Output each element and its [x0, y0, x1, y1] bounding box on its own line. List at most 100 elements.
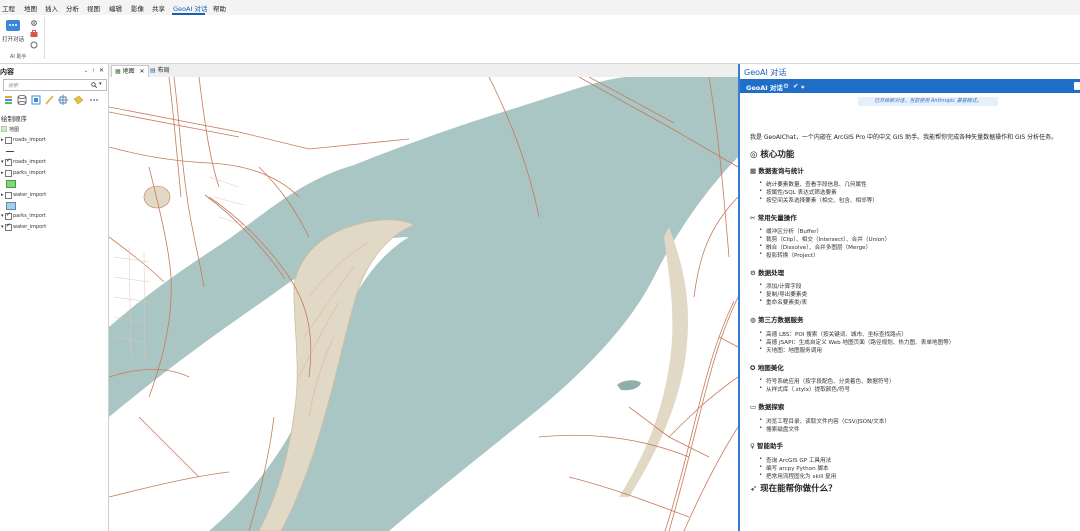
pane-options-icon[interactable]: ⌄: [84, 68, 88, 74]
search-dropdown-icon[interactable]: ▾: [99, 81, 102, 87]
map-tab-icon: ▦: [115, 68, 121, 75]
collapse-icon[interactable]: ▸: [1, 137, 4, 143]
collapse-icon[interactable]: ▸: [1, 170, 4, 176]
close-icon[interactable]: ✕: [140, 68, 145, 75]
tab-layout[interactable]: ▤ 布局: [147, 65, 173, 76]
search-placeholder: 搜索: [8, 83, 19, 89]
map-icon: [1, 126, 7, 132]
menu-geoai-chat[interactable]: GeoAI 对话: [173, 3, 207, 13]
layer-name: water_import: [13, 224, 47, 230]
parks-swatch: [6, 180, 16, 188]
contents-pane: 内容 ⌄ ᚹ ✕ 搜索 ▾ 绘制顺序 地图 ▸ roads_import ▾ r…: [0, 64, 109, 531]
expand-icon[interactable]: ▾: [1, 224, 4, 230]
menu-share[interactable]: 共享: [152, 3, 165, 13]
layer-name: roads_import: [13, 159, 46, 165]
menu-imagery[interactable]: 影像: [131, 3, 144, 13]
bullet-item: 把常用流程固化为 skill 复用: [759, 472, 836, 480]
layer-name: parks_import: [13, 170, 46, 176]
layer-row[interactable]: ▾ roads_import: [0, 157, 108, 167]
contents-title: 内容: [0, 68, 14, 76]
park-patch: [143, 185, 171, 209]
section-title: 数据处理: [758, 269, 785, 277]
list-by-labeling-icon: [73, 95, 84, 105]
section-heading: ⚙ 数据处理: [750, 267, 784, 277]
bullet-item: 按空间关系选择要素（相交、包含、相邻等）: [759, 196, 878, 204]
layer-visibility-checkbox[interactable]: [5, 137, 12, 144]
expand-icon[interactable]: ▾: [1, 159, 4, 165]
lightbulb-icon: ♀: [750, 442, 758, 450]
view-tabs: ▦ 地图 ✕ ▤ 布局: [109, 64, 738, 78]
section-heading: ✂ 常用矢量操作: [750, 212, 797, 222]
bullet-item: 重命名要素类/表: [759, 298, 807, 306]
layer-row[interactable]: ▾ parks_import: [0, 211, 108, 221]
menu-analysis[interactable]: 分析: [66, 3, 79, 13]
tab-map[interactable]: ▦ 地图 ✕: [111, 65, 149, 77]
layer-name: water_import: [13, 192, 47, 198]
layer-visibility-checkbox[interactable]: [5, 211, 12, 220]
layer-row[interactable]: ▸ roads_import: [0, 136, 108, 145]
bullet-item: 缓冲区分析（Buffer）: [759, 227, 822, 235]
help-chat-icon[interactable]: [30, 41, 38, 49]
bullet-item: 符号系统应用（按字段配色、分类着色、数据符号）: [759, 377, 895, 385]
layer-visibility-checkbox[interactable]: [5, 222, 12, 231]
check-icon[interactable]: ✔: [793, 82, 798, 90]
section-title: 常用矢量操作: [757, 214, 797, 222]
layer-row[interactable]: ▸ water_import: [0, 191, 108, 200]
scissors-icon: ✂: [750, 214, 758, 222]
settings-icon[interactable]: [30, 19, 38, 27]
menu-help[interactable]: 帮助: [213, 3, 226, 13]
layer-name: parks_import: [13, 213, 46, 219]
layer-row[interactable]: ▾ water_import: [0, 222, 108, 232]
menu-insert[interactable]: 插入: [45, 3, 58, 13]
geoai-header-title: GeoAI 对话: [746, 84, 783, 92]
map-canvas[interactable]: [109, 77, 738, 531]
list-by-editing-icon: [45, 95, 54, 105]
menu-bar: 工程 地图 插入 分析 视图 编辑 影像 共享 GeoAI 对话 帮助: [0, 0, 1080, 16]
open-chat-label: 打开对话: [2, 37, 25, 43]
menu-map[interactable]: 地图: [24, 3, 37, 13]
status-dot-icon: ◉: [801, 84, 805, 89]
layer-visibility-checkbox[interactable]: [5, 192, 12, 199]
map-view[interactable]: [109, 77, 738, 531]
globe-icon: ◍: [750, 316, 758, 324]
bullet-item: 裁剪（Clip）、相交（Intersect）、合并（Union）: [759, 235, 890, 243]
bullet-item: 融合（Dissolve）、合并多图层（Merge）: [759, 243, 871, 251]
core-features-heading: ◎ 核心功能: [750, 148, 794, 160]
geoai-pane-title: GeoAI 对话: [744, 68, 787, 77]
collapse-icon[interactable]: ▸: [1, 192, 4, 198]
bullet-item: 按属性/SQL 表达式筛选要素: [759, 188, 837, 196]
toolbox-icon[interactable]: [30, 30, 38, 38]
bullet-item: 搜索磁盘文件: [759, 425, 799, 433]
session-notice: 已开始新对话，当前使用 Anthropic 兼容模式。: [858, 97, 998, 106]
layout-tab-icon: ▤: [150, 67, 156, 74]
bullet-item: 浏览工程目录、读取文件内容（CSV/JSON/文本）: [759, 417, 890, 425]
close-icon[interactable]: ✕: [99, 67, 104, 74]
search-icon[interactable]: [91, 82, 97, 88]
expand-icon[interactable]: ▾: [1, 213, 4, 219]
section-heading: ◍ 第三方数据服务: [750, 314, 803, 324]
map-node[interactable]: 地图: [0, 125, 108, 134]
search-input[interactable]: 搜索 ▾: [3, 79, 107, 91]
closing-question: ➶ 现在能帮你做什么？: [750, 482, 837, 494]
geoai-pane: GeoAI 对话 GeoAI 对话 ⚙ ✔ ◉ 已开始新对话，当前使用 Anth…: [738, 64, 1080, 531]
layer-row[interactable]: ▸ parks_import: [0, 169, 108, 178]
pin-icon[interactable]: ᚹ: [92, 68, 95, 74]
water-swatch: [6, 202, 16, 210]
map-node-label: 地图: [9, 127, 20, 133]
bullet-item: 复制/导出要素类: [759, 290, 807, 298]
menu-edit[interactable]: 编辑: [109, 3, 122, 13]
gear-icon[interactable]: ⚙: [783, 82, 789, 90]
expand-panel-button[interactable]: [1074, 82, 1080, 90]
open-chat-button[interactable]: [6, 20, 20, 31]
menu-view[interactable]: 视图: [87, 3, 100, 13]
list-by-selection-icon: [31, 95, 41, 105]
list-by-drawing-order-icon: [5, 96, 12, 104]
layer-visibility-checkbox[interactable]: [5, 170, 12, 177]
section-title: 第三方数据服务: [757, 316, 804, 324]
closing-text: 现在能帮你做什么？: [760, 484, 837, 494]
layer-visibility-checkbox[interactable]: [5, 157, 12, 166]
menu-project[interactable]: 工程: [2, 3, 15, 13]
section-heading: ▦ 数据查询与统计: [750, 165, 804, 175]
gear-icon: ⚙: [750, 269, 759, 277]
section-heading: ▭ 数据探索: [750, 401, 784, 411]
